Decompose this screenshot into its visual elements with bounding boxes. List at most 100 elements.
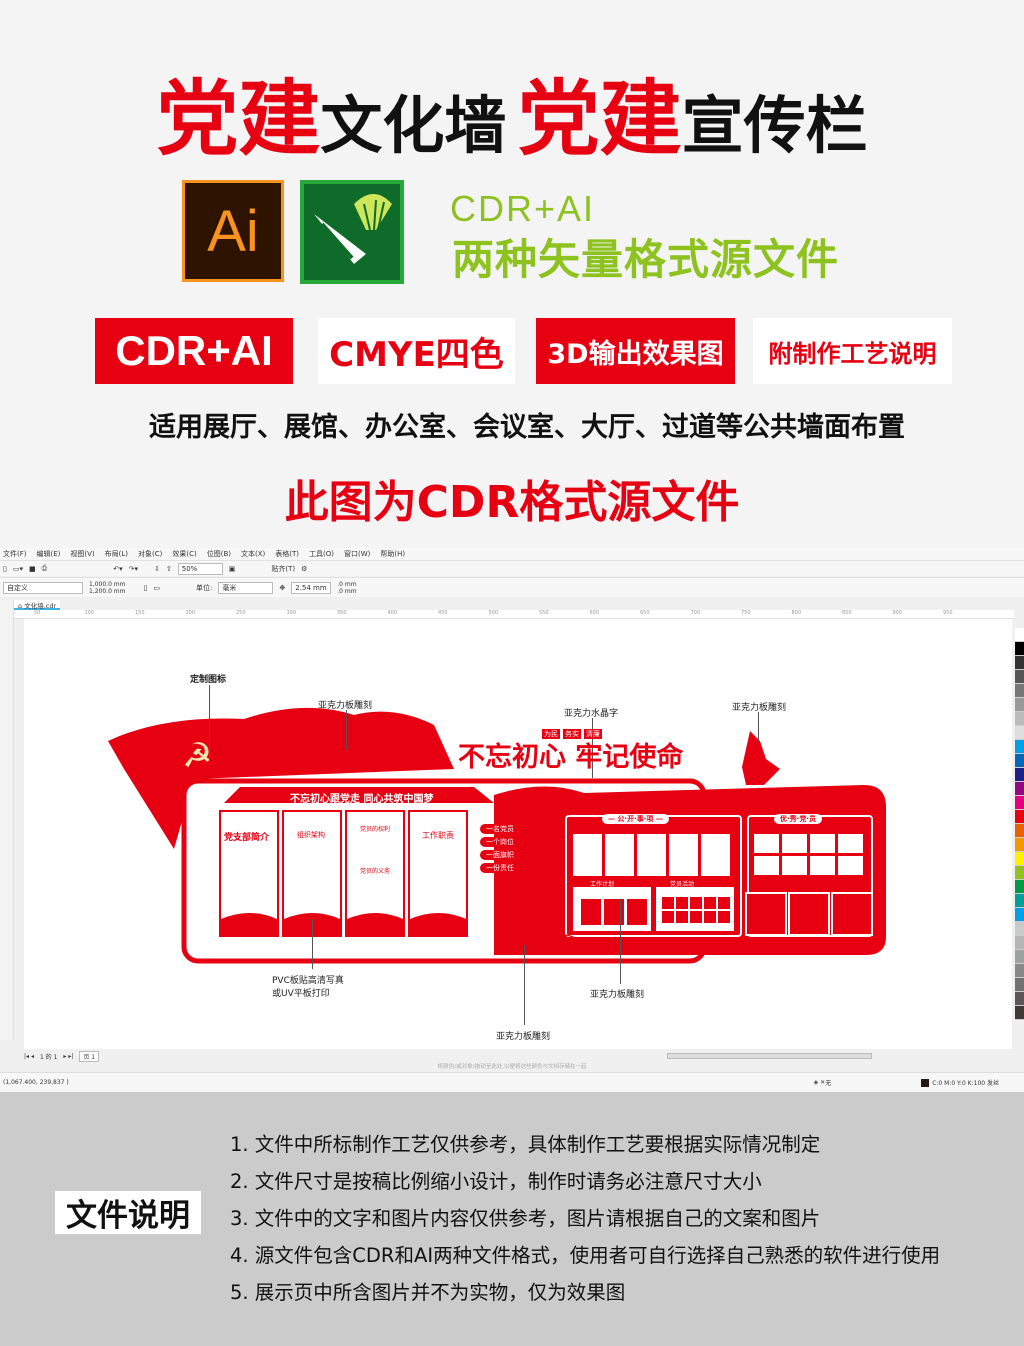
palette-swatch[interactable] (1015, 908, 1024, 922)
palette-swatch[interactable] (1015, 838, 1024, 852)
label-crystal: 亚克力水晶字 (564, 709, 619, 719)
page-width-field[interactable]: 1,000.0 mm (89, 581, 126, 588)
headline-black-1: 文化墙 (320, 89, 507, 162)
frame-cell (718, 897, 730, 909)
horizontal-scrollbar[interactable] (667, 1053, 872, 1059)
export-icon[interactable]: ⇧ (166, 565, 172, 573)
ruler-tick: 350 (337, 610, 347, 616)
frame-cell (690, 911, 702, 923)
duplicate-y-field[interactable]: .0 mm (337, 588, 356, 595)
unit-select[interactable]: 毫米 (218, 581, 274, 594)
menu-bar: 文件(F) 编辑(E) 视图(V) 布局(L) 对象(C) 效果(C) 位图(B) 文本(X)… (0, 548, 1024, 560)
palette-swatch[interactable] (1015, 810, 1024, 824)
color-palette[interactable] (1015, 628, 1024, 1048)
frame-cell (627, 899, 647, 925)
page-preset-select[interactable]: 自定义 (3, 581, 83, 594)
menu-view[interactable]: 视图(V) (70, 549, 94, 559)
frame-cell (718, 911, 730, 923)
palette-swatch[interactable] (1015, 698, 1024, 712)
palette-swatch[interactable] (1015, 670, 1024, 684)
landscape-icon[interactable]: ▭ (153, 584, 160, 592)
full-screen-icon[interactable]: ▣ (229, 565, 236, 573)
frame-cell (662, 897, 674, 909)
palette-swatch[interactable] (1015, 852, 1024, 866)
menu-text[interactable]: 文本(X) (241, 549, 265, 559)
pill: 一个岗位 (480, 837, 520, 847)
menu-edit[interactable]: 编辑(E) (37, 549, 61, 559)
open-icon[interactable]: ▭▾ (13, 565, 23, 573)
import-icon[interactable]: ⇩ (154, 565, 160, 573)
palette-swatch[interactable] (1015, 866, 1024, 880)
leader-line (758, 712, 759, 742)
note-item: 1. 文件中所标制作工艺仅供参考，具体制作工艺要根据实际情况制定 (230, 1133, 821, 1156)
palette-swatch[interactable] (1015, 824, 1024, 838)
palette-swatch[interactable] (1015, 1006, 1024, 1020)
frame-cell (704, 897, 716, 909)
menu-bitmaps[interactable]: 位图(B) (207, 549, 231, 559)
new-icon[interactable]: ▯ (3, 565, 7, 573)
palette-swatch[interactable] (1015, 740, 1024, 754)
menu-tools[interactable]: 工具(O) (309, 549, 334, 559)
drawing-canvas[interactable]: ☭ 定制图标 亚克力板雕刻 亚克力水晶字 亚克力板雕刻 为民 务实 清廉 不忘初心 … (24, 619, 1012, 1049)
menu-file[interactable]: 文件(F) (3, 549, 27, 559)
palette-swatch[interactable] (1015, 978, 1024, 992)
panel-title: 组织架构 (297, 831, 325, 839)
palette-swatch[interactable] (1015, 726, 1024, 740)
badge-process: 附制作工艺说明 (753, 318, 952, 384)
palette-swatch[interactable] (1015, 880, 1024, 894)
label-pvc: PVC板贴高清写真 或UV平板打印 (272, 973, 344, 999)
undo-icon[interactable]: ↶▾ (113, 565, 122, 573)
ruler-tick: 300 (286, 610, 297, 616)
palette-swatch[interactable] (1015, 964, 1024, 978)
adobe-illustrator-icon: Ai (182, 180, 284, 282)
settings-icon[interactable]: ⚙ (301, 565, 307, 573)
palette-swatch[interactable] (1015, 992, 1024, 1006)
label-acrylic-carve-1: 亚克力板雕刻 (318, 701, 373, 711)
nudge-field[interactable]: 2.54 mm (291, 581, 332, 594)
frame-cell (676, 897, 688, 909)
frame-cell (581, 899, 601, 925)
page-nav-arrows[interactable]: |◂ ◂ (24, 1053, 34, 1060)
duplicate-x-field[interactable]: .0 mm (337, 581, 356, 588)
redo-icon[interactable]: ↷▾ (129, 565, 138, 573)
palette-swatch[interactable] (1015, 712, 1024, 726)
frame-cell (704, 911, 716, 923)
leader-line (620, 899, 621, 984)
print-icon[interactable]: ⎙ (42, 564, 48, 573)
zoom-select[interactable]: 50% (177, 562, 223, 575)
menu-effects[interactable]: 效果(C) (172, 549, 196, 559)
document-tab[interactable]: ⌂ 文化墙.cdr (14, 600, 61, 610)
note-item: 4. 源文件包含CDR和AI两种文件格式，使用者可自行选择自己熟悉的软件进行使用 (230, 1244, 941, 1267)
frame-cell (676, 911, 688, 923)
palette-swatch[interactable] (1015, 936, 1024, 950)
palette-swatch[interactable] (1015, 628, 1024, 642)
menu-table[interactable]: 表格(T) (275, 549, 299, 559)
palette-swatch[interactable] (1015, 768, 1024, 782)
pill-list: 一名党员 一个岗位 一面旗帜 一份责任 (480, 824, 520, 873)
frame-cell (669, 834, 698, 876)
snap-dropdown[interactable]: 贴齐(T) (271, 564, 295, 574)
menu-layout[interactable]: 布局(L) (105, 549, 128, 559)
palette-swatch[interactable] (1015, 656, 1024, 670)
ruler-tick: 700 (690, 610, 701, 616)
palette-swatch[interactable] (1015, 684, 1024, 698)
menu-help[interactable]: 帮助(H) (380, 549, 405, 559)
save-icon[interactable]: ■ (29, 565, 36, 573)
palette-swatch[interactable] (1015, 754, 1024, 768)
palette-swatch[interactable] (1015, 796, 1024, 810)
palette-swatch[interactable] (1015, 642, 1024, 656)
outline-swatch (921, 1078, 930, 1087)
note-item: 3. 文件中的文字和图片内容仅供参考，图片请根据自己的文案和图片 (230, 1207, 821, 1230)
palette-swatch[interactable] (1015, 894, 1024, 908)
ai-logo-text: Ai (207, 198, 259, 264)
palette-swatch[interactable] (1015, 950, 1024, 964)
palette-swatch[interactable] (1015, 922, 1024, 936)
palette-swatch[interactable] (1015, 782, 1024, 796)
frame-cell (637, 834, 666, 876)
page-tab[interactable]: 页 1 (79, 1050, 100, 1062)
page-nav-next[interactable]: ▸ ▸| (63, 1053, 73, 1060)
menu-window[interactable]: 窗口(W) (344, 549, 370, 559)
page-height-field[interactable]: 1,200.0 mm (89, 588, 126, 595)
menu-object[interactable]: 对象(C) (138, 549, 162, 559)
portrait-icon[interactable]: ▯ (144, 584, 148, 592)
